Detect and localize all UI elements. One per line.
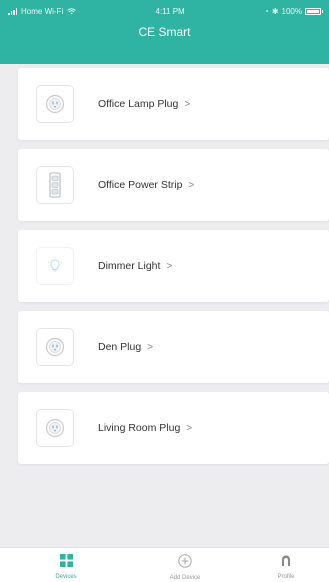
signal-icon: [8, 7, 17, 15]
bluetooth-icon: ✱: [271, 6, 279, 16]
device-name: Office Lamp Plug: [98, 98, 179, 110]
add-circle-icon: [178, 554, 192, 568]
device-icon-box: [36, 166, 74, 204]
chevron-right-icon: >: [166, 260, 173, 272]
device-card-dimmer-light[interactable]: Dimmer Light >: [18, 230, 329, 302]
device-icon-box: [36, 409, 74, 447]
tab-devices[interactable]: Devices: [26, 554, 106, 580]
tab-bar: Devices Add Device Profile: [0, 547, 329, 582]
app-header: Home Wi-Fi 4:11 PM ◔ ✱ 100% CE Smart: [0, 0, 329, 64]
device-name: Living Room Plug: [98, 422, 181, 434]
device-icon-box: [36, 328, 74, 366]
chevron-right-icon: >: [184, 98, 191, 110]
device-name: Dimmer Light: [98, 260, 161, 272]
tab-add-device[interactable]: Add Device: [145, 554, 225, 581]
plug-icon: [45, 418, 65, 438]
device-name: Den Plug: [98, 341, 142, 353]
device-card-office-power-strip[interactable]: Office Power Strip >: [18, 149, 329, 221]
device-list: Office Lamp Plug > Office Power Strip > …: [18, 68, 329, 473]
tab-profile[interactable]: Profile: [246, 554, 326, 580]
carrier-label: Home Wi-Fi: [21, 6, 64, 16]
grid-icon: [59, 554, 73, 567]
device-name: Office Power Strip: [98, 179, 183, 191]
bulb-icon: [47, 257, 63, 272]
chevron-right-icon: >: [188, 179, 195, 191]
person-icon: [282, 555, 290, 566]
tab-label: Devices: [55, 574, 77, 580]
power-strip-icon: [49, 172, 61, 198]
plug-icon: [45, 337, 65, 357]
chevron-right-icon: >: [147, 341, 154, 353]
page-title: CE Smart: [138, 25, 191, 39]
chevron-right-icon: >: [186, 422, 193, 434]
tab-label: Add Device: [169, 575, 201, 581]
battery-percent: 100%: [281, 6, 302, 16]
battery-icon: [305, 7, 323, 15]
device-card-den-plug[interactable]: Den Plug >: [18, 311, 329, 383]
device-card-living-room-plug[interactable]: Living Room Plug >: [18, 392, 329, 464]
alarm-icon: ◔: [263, 6, 269, 16]
device-icon-box: [36, 85, 74, 123]
clock: 4:11 PM: [155, 6, 185, 16]
device-icon-box: [36, 247, 74, 285]
plug-icon: [45, 94, 65, 114]
device-card-office-lamp-plug[interactable]: Office Lamp Plug >: [18, 68, 329, 140]
wifi-icon: [67, 7, 76, 14]
status-left: Home Wi-Fi: [8, 7, 76, 16]
status-right: ◔ ✱ 100%: [263, 6, 323, 16]
status-bar: Home Wi-Fi 4:11 PM ◔ ✱ 100%: [0, 0, 329, 22]
tab-label: Profile: [277, 574, 295, 580]
